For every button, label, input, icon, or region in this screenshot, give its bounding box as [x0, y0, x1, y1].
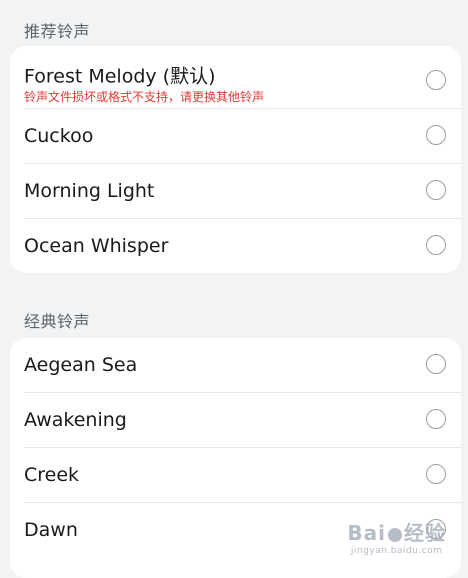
ringtone-label: Forest Melody (默认)	[24, 65, 216, 88]
radio-button[interactable]	[426, 125, 446, 145]
radio-button[interactable]	[426, 354, 446, 374]
paw-icon	[388, 527, 402, 542]
ringtone-label: Cuckoo	[24, 125, 94, 147]
watermark-url: jingyan.baidu.com	[350, 546, 443, 556]
ringtone-item-ocean-whisper[interactable]: Ocean Whisper	[24, 219, 461, 273]
ringtone-label: Aegean Sea	[24, 354, 138, 376]
watermark-text-right: 经验	[404, 521, 446, 545]
ringtone-item-cuckoo[interactable]: Cuckoo	[24, 109, 461, 164]
ringtone-label: Dawn	[24, 519, 78, 541]
radio-button[interactable]	[426, 464, 446, 484]
ringtone-label: Morning Light	[24, 180, 155, 202]
radio-button[interactable]	[426, 180, 446, 200]
section-title-recommended: 推荐铃声	[24, 22, 91, 41]
ringtone-label: Awakening	[24, 409, 127, 431]
ringtone-label: Ocean Whisper	[24, 235, 169, 257]
radio-button[interactable]	[426, 70, 446, 90]
ringtone-item-awakening[interactable]: Awakening	[24, 393, 461, 448]
recommended-ringtone-list: Forest Melody (默认) 铃声文件损坏或格式不支持，请更换其他铃声 …	[10, 46, 461, 273]
baidu-jingyan-watermark: Bai 经验 jingyan.baidu.com	[347, 517, 446, 556]
radio-button[interactable]	[426, 235, 446, 255]
ringtone-item-forest-melody[interactable]: Forest Melody (默认) 铃声文件损坏或格式不支持，请更换其他铃声	[24, 46, 461, 109]
ringtone-item-aegean-sea[interactable]: Aegean Sea	[24, 338, 461, 393]
ringtone-label: Creek	[24, 464, 80, 486]
ringtone-item-creek[interactable]: Creek	[24, 448, 461, 503]
watermark-text-left: Bai	[347, 521, 386, 545]
ringtone-error-message: 铃声文件损坏或格式不支持，请更换其他铃声	[24, 90, 265, 104]
section-title-classic: 经典铃声	[24, 312, 91, 331]
ringtone-item-morning-light[interactable]: Morning Light	[24, 164, 461, 219]
radio-button[interactable]	[426, 409, 446, 429]
